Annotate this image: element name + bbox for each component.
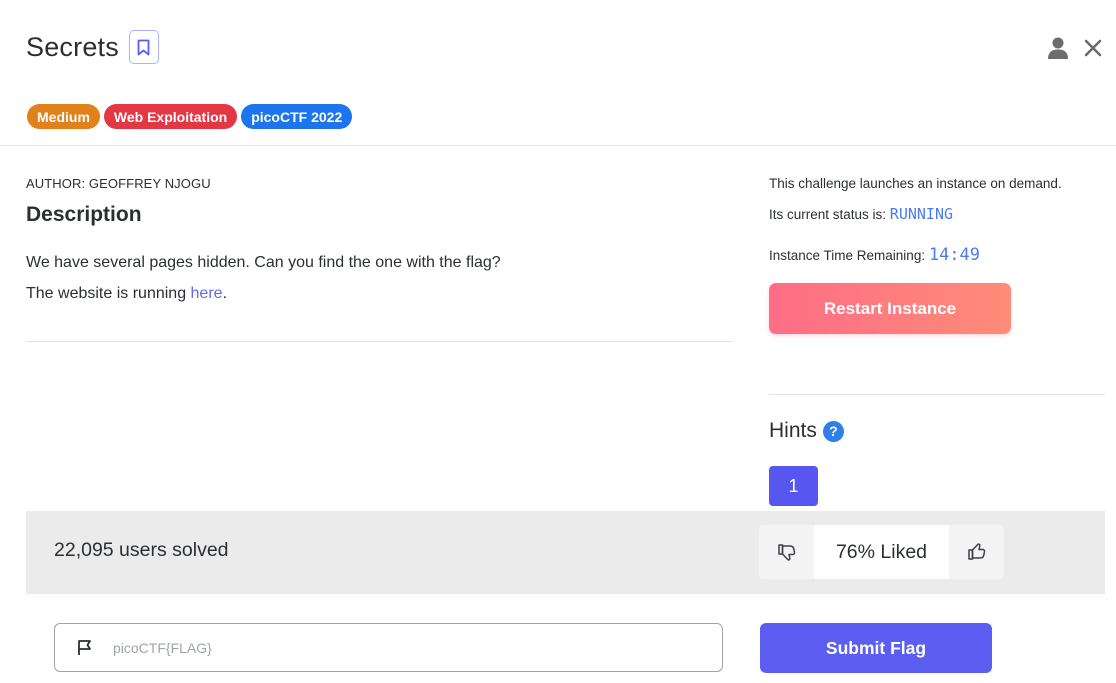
tag-event: picoCTF 2022 [241, 104, 353, 129]
tag-difficulty: Medium [27, 104, 100, 129]
help-icon[interactable]: ? [822, 420, 844, 442]
description-line: We have several pages hidden. Can you fi… [26, 254, 501, 271]
description-text: The website is running [26, 285, 191, 302]
author-label: AUTHOR: GEOFFREY NJOGU [26, 176, 211, 191]
status-label: Its current status is: [769, 207, 890, 222]
divider [769, 394, 1105, 395]
divider [26, 341, 733, 342]
flag-input-container [54, 623, 723, 672]
like-button[interactable] [949, 525, 1004, 579]
challenge-tags: Medium Web Exploitation picoCTF 2022 [27, 104, 353, 129]
thumbs-down-icon [777, 544, 795, 561]
description-line: The website is running here. [26, 278, 733, 309]
hint-button-1[interactable]: 1 [769, 466, 818, 506]
thumbs-up-icon [967, 543, 985, 560]
hints-section: Hints ? [769, 419, 844, 443]
restart-instance-button[interactable]: Restart Instance [769, 283, 1011, 334]
instance-status: Its current status is: RUNNING [769, 200, 1105, 229]
hints-label: Hints [769, 419, 817, 442]
description-body: We have several pages hidden. Can you fi… [26, 247, 733, 309]
instance-panel: This challenge launches an instance on d… [769, 170, 1105, 334]
divider [0, 145, 1116, 146]
close-button[interactable] [1084, 39, 1102, 57]
time-value: 14:49 [928, 245, 981, 265]
tag-category: Web Exploitation [103, 104, 238, 129]
bookmark-button[interactable] [128, 30, 159, 64]
submit-flag-button[interactable]: Submit Flag [760, 623, 992, 673]
rating-group: 76% Liked [759, 525, 1004, 579]
modal-controls [1048, 36, 1102, 60]
website-link[interactable]: here [191, 285, 223, 302]
stats-bar: 22,095 users solved 76% Liked [26, 511, 1105, 594]
description-text: . [222, 285, 228, 302]
time-label: Instance Time Remaining: [769, 248, 929, 263]
flag-icon [78, 640, 91, 655]
description-heading: Description [26, 203, 142, 226]
bookmark-icon [138, 39, 150, 55]
instance-launch-text: This challenge launches an instance on d… [769, 176, 1062, 191]
close-icon [1084, 39, 1102, 57]
dislike-button[interactable] [759, 525, 814, 579]
challenge-details: AUTHOR: GEOFFREY NJOGU Description We ha… [26, 176, 733, 309]
liked-percentage: 76% Liked [814, 525, 949, 579]
solved-count: 22,095 users solved [54, 539, 229, 561]
user-button[interactable] [1048, 36, 1068, 60]
flag-input[interactable] [113, 639, 673, 656]
instance-time: Instance Time Remaining: 14:49 [769, 241, 1105, 270]
status-value: RUNNING [889, 205, 954, 223]
user-icon [1048, 37, 1068, 59]
challenge-header: Secrets [26, 30, 159, 64]
challenge-title: Secrets [26, 31, 119, 62]
